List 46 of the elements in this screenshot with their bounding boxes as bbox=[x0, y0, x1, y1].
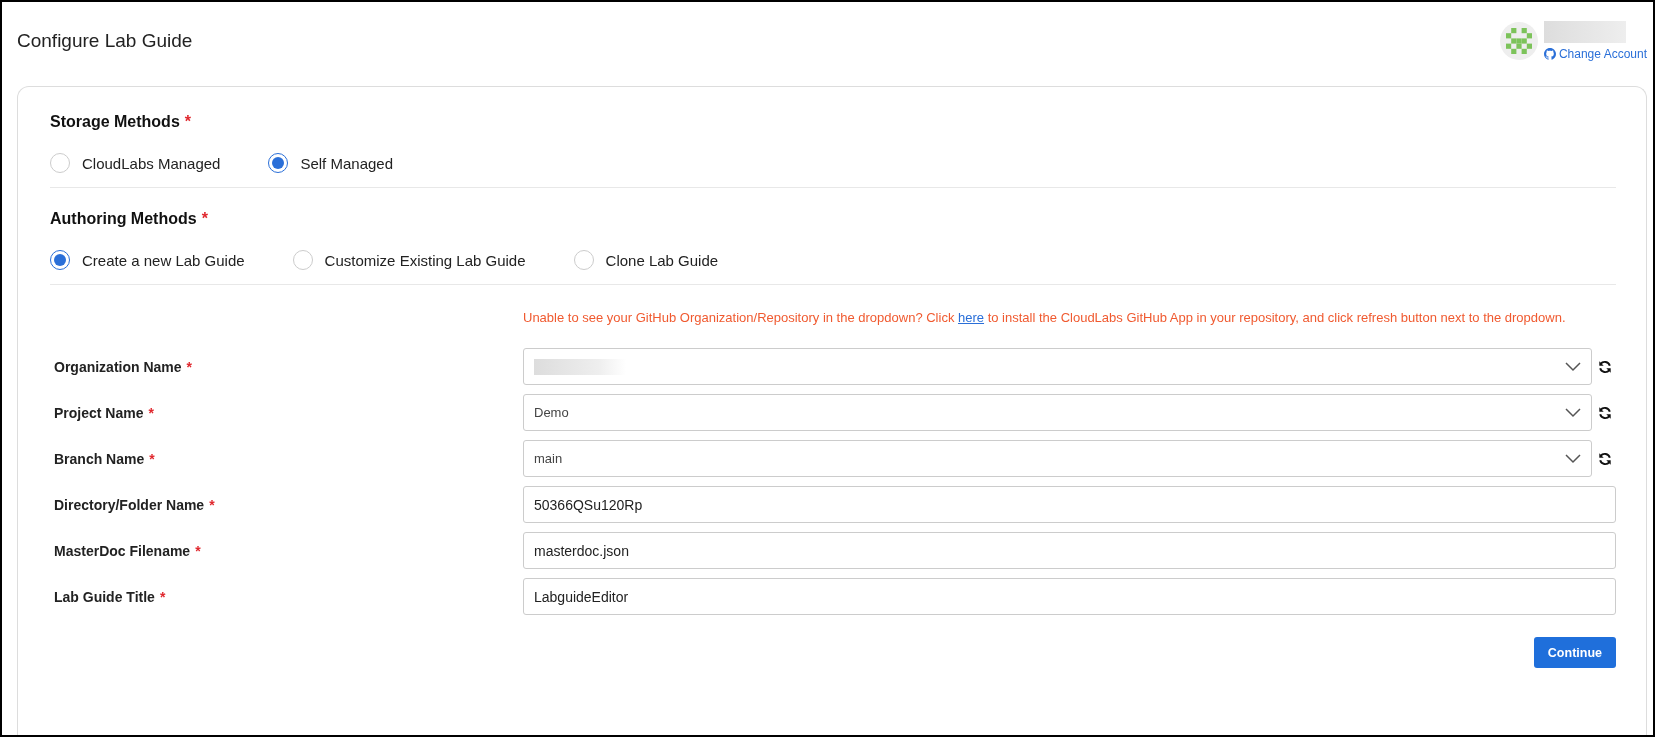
refresh-icon[interactable] bbox=[1598, 451, 1612, 466]
field-label: Project Name bbox=[54, 404, 144, 421]
radio-option[interactable]: Self Managed bbox=[268, 153, 393, 173]
chevron-down-icon bbox=[1565, 407, 1581, 418]
text-field[interactable]: LabguideEditor bbox=[523, 578, 1616, 615]
required-mark: * bbox=[186, 358, 193, 375]
radio-label: Create a new Lab Guide bbox=[82, 251, 245, 269]
radio-label: Customize Existing Lab Guide bbox=[324, 251, 526, 269]
refresh-icon[interactable] bbox=[1598, 359, 1612, 374]
help-message: Unable to see your GitHub Organization/Repository in the dropdown? Click here to install the CloudLabs GitHub App in your repository, and click refresh button next to the dropdown. bbox=[523, 309, 1567, 327]
required-mark: * bbox=[159, 588, 166, 605]
field-label: Lab Guide Title bbox=[54, 588, 155, 605]
page-title: Configure Lab Guide bbox=[17, 30, 193, 52]
field-label: Branch Name bbox=[54, 450, 145, 467]
radio-option[interactable]: Customize Existing Lab Guide bbox=[292, 250, 526, 270]
radio-button[interactable] bbox=[50, 250, 70, 270]
text-field[interactable]: 50366QSu120Rp bbox=[523, 486, 1616, 523]
install-app-link[interactable]: here bbox=[958, 310, 985, 325]
section-heading: Authoring Methods bbox=[50, 210, 197, 227]
required-mark: * bbox=[201, 210, 208, 227]
radio-label: Clone Lab Guide bbox=[605, 251, 719, 269]
required-mark: * bbox=[209, 496, 215, 513]
text-field[interactable]: masterdoc.json bbox=[523, 532, 1616, 569]
chevron-down-icon bbox=[1565, 361, 1581, 372]
refresh-icon[interactable] bbox=[1598, 405, 1612, 420]
field-label: Directory/Folder Name bbox=[54, 496, 205, 513]
dropdown[interactable]: Demo bbox=[523, 394, 1592, 431]
section-heading: Storage Methods bbox=[50, 113, 180, 130]
change-account-link[interactable]: Change Account bbox=[1543, 47, 1647, 61]
identicon-icon bbox=[1505, 28, 1532, 54]
radio-option[interactable]: Clone Lab Guide bbox=[573, 250, 719, 270]
required-mark: * bbox=[149, 450, 155, 467]
required-mark: * bbox=[148, 404, 154, 421]
radio-option[interactable]: CloudLabs Managed bbox=[50, 153, 221, 173]
field-label: MasterDoc Filename bbox=[54, 542, 191, 559]
radio-label: CloudLabs Managed bbox=[82, 154, 221, 172]
dropdown[interactable]: main bbox=[523, 440, 1592, 477]
continue-button[interactable]: Continue bbox=[1533, 637, 1616, 668]
radio-option[interactable]: Create a new Lab Guide bbox=[50, 250, 245, 270]
required-mark: * bbox=[195, 542, 201, 559]
chevron-down-icon bbox=[1565, 453, 1581, 464]
github-icon bbox=[1543, 48, 1556, 60]
required-mark: * bbox=[184, 113, 192, 130]
field-label: Organization Name bbox=[54, 358, 182, 375]
radio-label: Self Managed bbox=[300, 154, 393, 172]
radio-button[interactable] bbox=[268, 153, 289, 173]
